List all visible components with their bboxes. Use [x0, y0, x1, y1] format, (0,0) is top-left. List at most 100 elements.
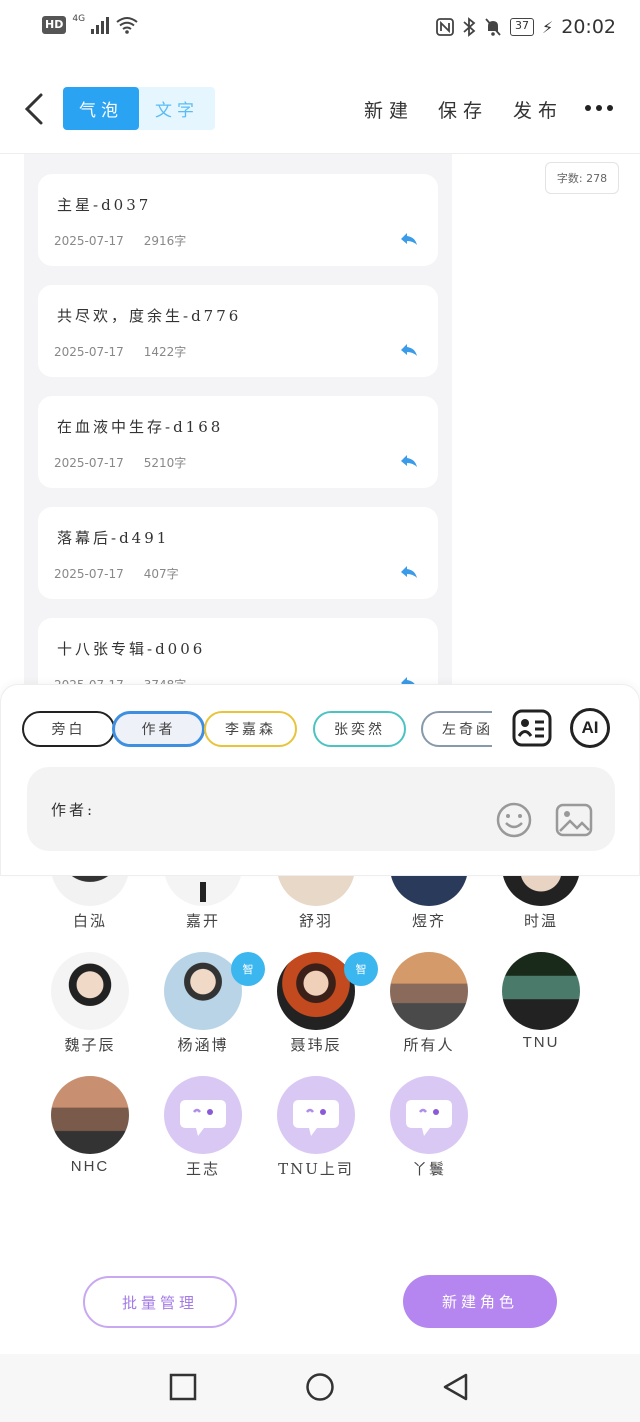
wifi-icon [116, 17, 138, 34]
chapter-date: 2025-07-17 [54, 456, 124, 470]
chapter-meta: 2025-07-17 2916字 [54, 232, 186, 249]
avatar [277, 876, 355, 906]
reply-icon[interactable] [400, 454, 418, 468]
chapter-title: 十八张专辑-d006 [57, 640, 206, 658]
home-circle-icon[interactable] [305, 1372, 335, 1402]
character-name: 白泓 [72, 912, 107, 930]
role-chip[interactable]: 李嘉森 [204, 711, 297, 747]
more-horizontal-icon[interactable] [584, 104, 614, 112]
role-chip-row[interactable]: 旁白 作者 李嘉森 张奕然 左奇函 [22, 711, 492, 749]
chapter-date: 2025-07-17 [54, 234, 124, 248]
batch-manage-button[interactable]: 批量管理 [83, 1276, 237, 1328]
charging-icon: ⚡ [542, 17, 554, 37]
chat-bubble-icon [180, 1100, 226, 1136]
new-role-button[interactable]: 新建角色 [403, 1275, 557, 1328]
mode-toggle: 气泡 文字 [63, 87, 215, 130]
chapter-title: 共尽欢，度余生-d776 [57, 307, 242, 325]
bot-avatar [390, 1076, 468, 1154]
character-grid: 白泓 嘉开 舒羽 煜齐 时温 魏子辰 智 杨涵博 智 聂玮辰 所有人 TNU N… [0, 876, 640, 1206]
chat-bubble-icon [406, 1100, 452, 1136]
ai-button[interactable]: AI [570, 708, 610, 748]
hd-badge: HD [42, 16, 67, 34]
status-left: HD 4G [42, 14, 139, 34]
character-name: 时温 [523, 912, 558, 930]
avatar [51, 876, 129, 906]
recents-square-icon[interactable] [168, 1372, 198, 1402]
avatar [164, 876, 242, 906]
chapter-words: 407字 [143, 567, 179, 581]
publish-button[interactable]: 发布 [513, 96, 563, 123]
save-button[interactable]: 保存 [438, 96, 488, 123]
chapter-words: 2916字 [143, 234, 187, 248]
smart-badge: 智 [231, 952, 265, 986]
role-chip[interactable]: 旁白 [22, 711, 115, 747]
character-name: 聂玮辰 [290, 1036, 342, 1054]
character-name: 舒羽 [298, 912, 333, 930]
chapter-title: 主星-d037 [57, 196, 152, 214]
network-type: 4G [72, 14, 86, 24]
avatar [277, 952, 355, 1030]
status-right: 37 ⚡ 20:02 [436, 16, 616, 38]
chapter-words: 5210字 [143, 456, 187, 470]
role-chip[interactable]: 张奕然 [313, 711, 406, 747]
chat-bubble-icon [293, 1100, 339, 1136]
character-name: 所有人 [403, 1036, 455, 1054]
new-button[interactable]: 新建 [364, 96, 414, 123]
mute-bell-icon [485, 18, 501, 36]
chapter-list: 主星-d037 2025-07-17 2916字 共尽欢，度余生-d776 202… [24, 154, 452, 694]
system-nav-bar [0, 1354, 640, 1422]
battery-indicator: 37 [510, 18, 534, 36]
clock: 20:02 [561, 16, 616, 38]
chapter-title: 在血液中生存-d168 [57, 418, 224, 436]
back-triangle-icon[interactable] [441, 1372, 471, 1402]
chapter-card[interactable]: 十八张专辑-d006 2025-07-173748字 [38, 618, 438, 694]
chapter-meta: 2025-07-17 1422字 [54, 343, 186, 360]
avatar [51, 1076, 129, 1154]
word-count-badge: 字数: 278 [545, 162, 619, 194]
chapter-words: 1422字 [143, 345, 187, 359]
reply-icon[interactable] [400, 232, 418, 246]
avatar [390, 952, 468, 1030]
avatar [51, 952, 129, 1030]
character-name: NHC [70, 1158, 110, 1175]
character-name: TNU上司 [278, 1160, 354, 1178]
signal-icon [91, 16, 110, 34]
status-bar: HD 4G 37 ⚡ 20:02 [0, 0, 640, 56]
chapter-card[interactable]: 共尽欢，度余生-d776 2025-07-17 1422字 [38, 285, 438, 377]
chapter-meta: 2025-07-17 5210字 [54, 454, 186, 471]
avatar [502, 952, 580, 1030]
chapter-title: 落幕后-d491 [57, 529, 170, 547]
tab-bubble[interactable]: 气泡 [63, 87, 139, 130]
character-name: 丫鬟 [411, 1160, 446, 1178]
contact-card-icon[interactable] [512, 708, 552, 748]
composer-panel: 旁白 作者 李嘉森 张奕然 左奇函 AI 作者: [0, 684, 640, 876]
top-bar: 气泡 文字 新建 保存 发布 [0, 76, 640, 142]
reply-icon[interactable] [400, 343, 418, 357]
emoji-icon[interactable] [495, 801, 533, 839]
character-name: 魏子辰 [64, 1036, 116, 1054]
input-prefix: 作者: [51, 801, 96, 819]
chapter-date: 2025-07-17 [54, 345, 124, 359]
reply-icon[interactable] [400, 565, 418, 579]
avatar [502, 876, 580, 906]
chapter-card[interactable]: 在血液中生存-d168 2025-07-17 5210字 [38, 396, 438, 488]
chapter-card[interactable]: 落幕后-d491 2025-07-17 407字 [38, 507, 438, 599]
character-name: 杨涵博 [177, 1036, 229, 1054]
avatar [164, 952, 242, 1030]
bot-avatar [277, 1076, 355, 1154]
chevron-left-icon[interactable] [22, 92, 46, 126]
tab-text[interactable]: 文字 [139, 87, 215, 130]
character-name: 嘉开 [185, 912, 220, 930]
role-chip[interactable]: 左奇函 [421, 711, 492, 747]
avatar [390, 876, 468, 906]
chapter-date: 2025-07-17 [54, 567, 124, 581]
image-icon[interactable] [555, 803, 593, 837]
smart-badge: 智 [344, 952, 378, 986]
message-input[interactable]: 作者: [27, 767, 615, 851]
bluetooth-icon [463, 17, 476, 37]
chapter-card[interactable]: 主星-d037 2025-07-17 2916字 [38, 174, 438, 266]
role-chip-selected[interactable]: 作者 [112, 711, 205, 747]
nfc-icon [436, 18, 454, 36]
character-name: 王志 [185, 1160, 220, 1178]
chapter-meta: 2025-07-17 407字 [54, 565, 179, 582]
